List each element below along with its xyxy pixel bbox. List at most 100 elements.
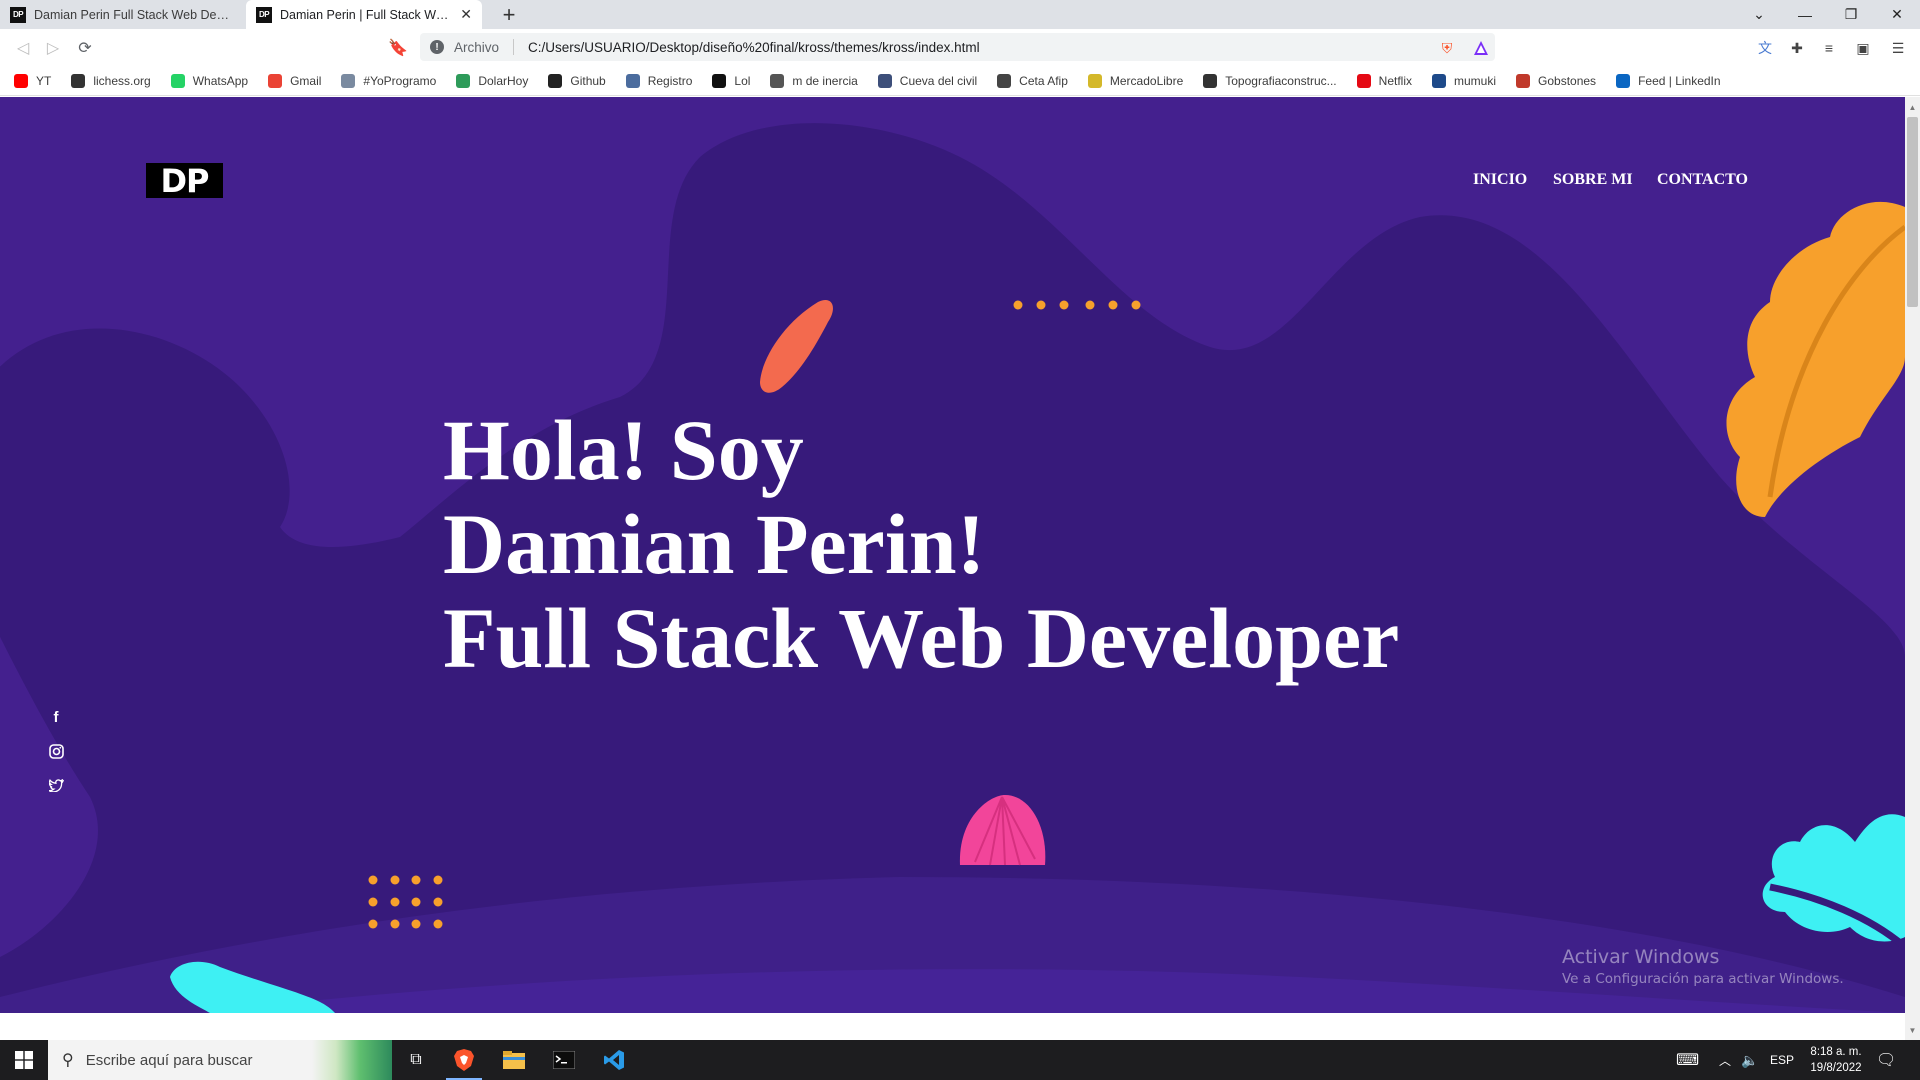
bookmark-label: MercadoLibre (1109, 73, 1184, 88)
page-viewport: DP INICIO SOBRE MI CONTACTO Hola! Soy Da… (0, 97, 1905, 1013)
site-logo[interactable]: DP (146, 163, 223, 198)
extensions-icon[interactable]: ✚ (1787, 38, 1807, 58)
address-bar[interactable]: ! Archivo C:/Users/USUARIO/Desktop/diseñ… (420, 33, 1495, 61)
notifications-icon[interactable]: 🗨 (1876, 1040, 1896, 1080)
bookmark-item[interactable]: Registro (625, 73, 693, 88)
translate-icon[interactable]: 文 (1755, 38, 1775, 58)
brave-browser-icon[interactable] (440, 1040, 488, 1080)
orange-leaf-decoration (1726, 201, 1905, 517)
close-window-button[interactable]: ✕ (1874, 0, 1920, 29)
bookmark-item[interactable]: Cueva del civil (877, 73, 978, 88)
site-favicon-icon: DP (256, 6, 272, 23)
bookmark-item[interactable]: Topografiaconstruc... (1203, 73, 1337, 88)
bookmark-item[interactable]: Gmail (268, 73, 321, 88)
bookmark-label: Github (570, 73, 606, 88)
bookmark-item[interactable]: #YoProgramo (341, 73, 437, 88)
registro-icon (625, 73, 640, 88)
bookmark-label: Topografiaconstruc... (1225, 73, 1337, 88)
bookmark-item[interactable]: YT (14, 73, 52, 88)
search-placeholder: Escribe aquí para buscar (85, 1051, 253, 1069)
bookmark-item[interactable]: Lol (712, 73, 750, 88)
bookmark-label: #YoProgramo (363, 73, 437, 88)
nav-sobre-mi[interactable]: SOBRE MI (1553, 171, 1633, 189)
bookmark-item[interactable]: mumuki (1432, 73, 1497, 88)
hero-heading: Hola! Soy Damian Perin! Full Stack Web D… (443, 403, 1399, 685)
bookmark-label: Registro (647, 73, 693, 88)
bookmark-item[interactable]: Github (548, 73, 606, 88)
windows-start-icon[interactable] (0, 1040, 48, 1080)
forward-button[interactable]: ▷ (40, 35, 66, 61)
tab-active[interactable]: DP Damian Perin | Full Stack Web Develop… (246, 0, 482, 29)
twitter-icon[interactable] (47, 776, 65, 794)
bookmark-item[interactable]: m de inercia (770, 73, 858, 88)
cueva-icon (877, 73, 892, 88)
clock-date: 19/8/2022 (1810, 1062, 1862, 1074)
restore-button[interactable]: ❐ (1828, 0, 1874, 29)
minimize-button[interactable]: — (1782, 0, 1828, 29)
lol-icon (712, 73, 727, 88)
bookmark-item[interactable]: Gobstones (1516, 73, 1597, 88)
scroll-down-icon[interactable]: ▼ (1905, 1022, 1920, 1038)
tray-chevron-up-icon[interactable]: ︿ (1719, 1040, 1731, 1080)
windows-activation-watermark: Activar Windows Ve a Configuración para … (1562, 946, 1844, 987)
instagram-icon[interactable] (47, 742, 65, 760)
activation-subtitle: Ve a Configuración para activar Windows. (1562, 971, 1844, 987)
bookmark-item[interactable]: DolarHoy (456, 73, 529, 88)
nav-contacto[interactable]: CONTACTO (1657, 171, 1748, 189)
bookmark-item[interactable]: Netflix (1356, 73, 1412, 88)
dolarhoy-icon (456, 73, 471, 88)
bookmarks-bar: YT lichess.org WhatsApp Gmail #YoProgramo Dol… (0, 66, 1920, 96)
taskbar-search-input[interactable]: ⚲ Escribe aquí para buscar (48, 1040, 392, 1080)
bookmark-item[interactable]: Feed | LinkedIn (1616, 73, 1721, 88)
url-text[interactable]: C:/Users/USUARIO/Desktop/diseño%20final/… (528, 40, 980, 55)
back-button[interactable]: ◁ (10, 35, 36, 61)
github-icon (548, 73, 563, 88)
file-explorer-icon[interactable] (490, 1040, 538, 1080)
vscode-icon[interactable] (590, 1040, 638, 1080)
bookmark-label: m de inercia (792, 73, 858, 88)
facebook-icon[interactable]: f (47, 708, 65, 726)
tab-search-chevron-icon[interactable]: ⌄ (1736, 0, 1782, 29)
brave-shields-icon[interactable]: ⛨ (1437, 38, 1457, 58)
yoprogramo-icon (341, 73, 356, 88)
bookmark-label: Cueva del civil (899, 73, 978, 88)
wallet-icon[interactable]: ▣ (1853, 38, 1873, 58)
lichess-icon (71, 73, 86, 88)
bookmark-item[interactable]: MercadoLibre (1087, 73, 1184, 88)
reload-button[interactable]: ⟳ (72, 35, 98, 61)
divider (513, 39, 515, 55)
clock[interactable]: 8:18 a. m. 19/8/2022 (1806, 1040, 1866, 1080)
tab-inactive[interactable]: DP Damian Perin Full Stack Web Developer (0, 0, 244, 29)
close-tab-icon[interactable]: ✕ (460, 6, 472, 23)
reading-list-icon[interactable]: ≡ (1819, 38, 1839, 58)
bookmark-label: mumuki (1454, 73, 1497, 88)
bookmark-page-icon[interactable]: 🔖 (385, 35, 411, 61)
menu-icon[interactable]: ☰ (1888, 38, 1908, 58)
bookmark-label: Ceta Afip (1019, 73, 1068, 88)
bookmark-item[interactable]: lichess.org (71, 73, 151, 88)
task-view-icon[interactable]: ⧉ (392, 1040, 440, 1080)
volume-icon[interactable]: 🔈 (1741, 1040, 1758, 1080)
bookmark-label: Gobstones (1538, 73, 1597, 88)
search-icon: ⚲ (62, 1052, 74, 1069)
info-icon[interactable]: ! (430, 40, 444, 54)
keyboard-icon[interactable]: ⌨ (1676, 1040, 1699, 1080)
tab-title: Damian Perin | Full Stack Web Developer (280, 7, 454, 22)
bookmark-item[interactable]: Ceta Afip (997, 73, 1068, 88)
site-favicon-icon: DP (10, 6, 26, 23)
tab-title: Damian Perin Full Stack Web Developer (34, 7, 234, 22)
scroll-up-icon[interactable]: ▲ (1905, 99, 1920, 115)
language-indicator[interactable]: ESP (1770, 1040, 1794, 1080)
new-tab-button[interactable]: + (497, 2, 521, 27)
bookmark-item[interactable]: WhatsApp (170, 73, 248, 88)
linkedin-icon (1616, 73, 1631, 88)
hero-line: Hola! Soy (443, 402, 804, 498)
scrollbar-thumb[interactable] (1907, 117, 1918, 307)
bookmark-label: YT (36, 73, 52, 88)
windows-taskbar: ⚲ Escribe aquí para buscar ⧉ ⌨ ︿ 🔈 ESP 8… (0, 1040, 1920, 1080)
bookmark-label: DolarHoy (478, 73, 529, 88)
terminal-icon[interactable] (540, 1040, 588, 1080)
nav-inicio[interactable]: INICIO (1473, 171, 1527, 189)
brave-rewards-icon[interactable] (1471, 38, 1491, 58)
activation-title: Activar Windows (1562, 946, 1720, 968)
